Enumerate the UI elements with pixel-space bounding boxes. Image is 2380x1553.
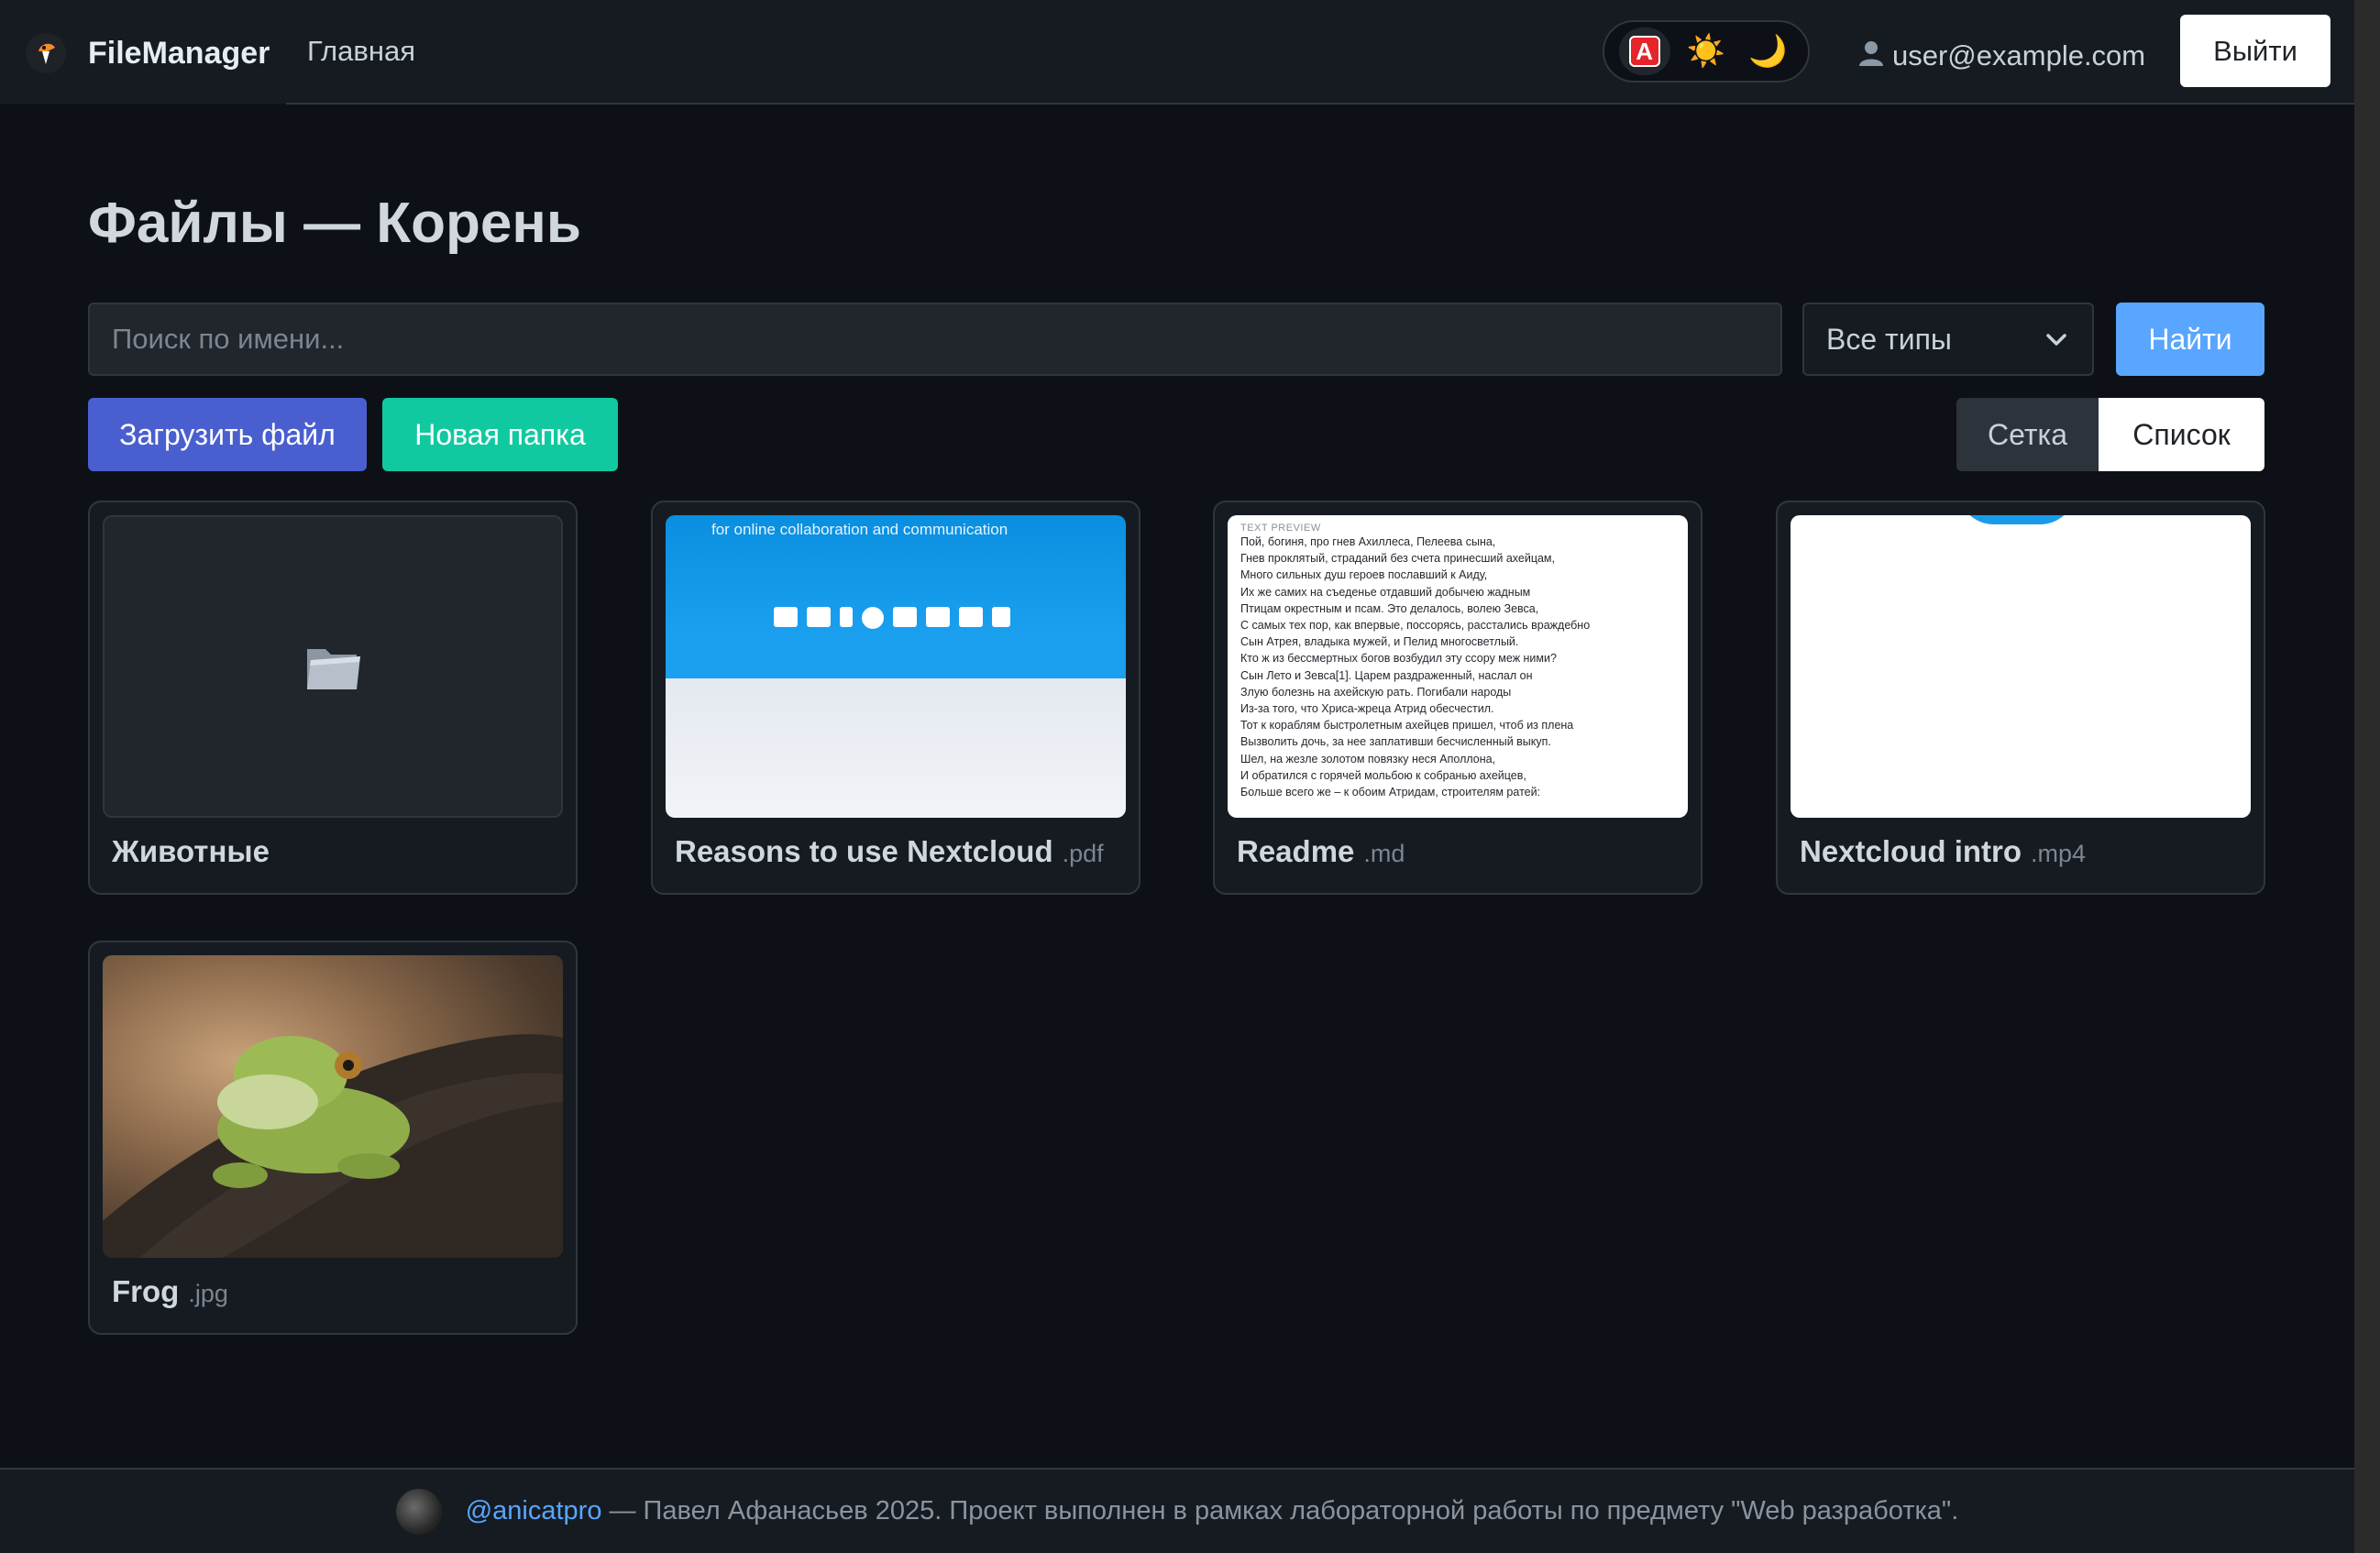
file-card-image[interactable]: Frog .jpg [88, 941, 578, 1335]
mail-icon [959, 607, 983, 627]
user-icon [1857, 39, 1885, 73]
file-card-folder[interactable]: Животные [88, 501, 578, 895]
theme-switcher: A ☀️ 🌙 [1603, 20, 1810, 83]
text-thumbnail: TEXT PREVIEW Пой, богиня, про гнев Ахилл… [1228, 515, 1688, 818]
text-preview-line: Злую болезнь на ахейскую рать. Погибали … [1240, 685, 1512, 699]
new-folder-button[interactable]: Новая папка [382, 398, 618, 471]
folder-icon [774, 607, 798, 627]
navbar-divider [286, 103, 2354, 105]
text-preview-line: Кто ж из бессмертных богов возбудил эту … [1240, 652, 1557, 666]
frog-photo [103, 1034, 563, 1258]
text-preview-line: Шел, на жезле золотом повязку неся Аполл… [1240, 752, 1496, 765]
text-preview-label: TEXT PREVIEW [1240, 523, 1321, 534]
page-scrollbar[interactable] [2354, 0, 2380, 1553]
footer-text: — Павел Афанасьев 2025. Проект выполнен … [609, 1496, 1959, 1525]
file-extension: .jpg [188, 1280, 228, 1307]
text-preview-line: И обратился с горячей мольбою к собранью… [1240, 768, 1526, 782]
calendar-icon [926, 607, 950, 627]
brand-name: FileManager [88, 35, 270, 71]
pdf-preview-icons [774, 607, 1010, 629]
grid-view-button[interactable]: Сетка [1956, 398, 2099, 471]
type-filter-value: Все типы [1826, 322, 1952, 356]
file-name: Животные [112, 834, 270, 868]
text-preview-line: Много сильных душ героев пославший к Аид… [1240, 568, 1488, 582]
text-preview-line: Вызволить дочь, за нее заплативши бесчис… [1240, 735, 1551, 749]
chevron-down-icon [2046, 334, 2066, 346]
file-name: Reasons to use Nextcloud .pdf [675, 834, 1104, 868]
nav-link-home[interactable]: Главная [307, 35, 415, 68]
avatar [395, 1488, 442, 1535]
search-icon [862, 607, 884, 629]
video-preview-shape [1957, 515, 2077, 524]
list-view-button[interactable]: Список [2099, 398, 2264, 471]
toucan-logo-icon [26, 33, 66, 73]
author-link[interactable]: @anicatpro [466, 1496, 602, 1526]
sun-icon: ☀️ [1686, 34, 1726, 69]
view-toggle: Сетка Список [1956, 398, 2264, 471]
video-thumbnail [1791, 515, 2251, 818]
footer: @anicatpro — Павел Афанасьев 2025. Проек… [0, 1470, 2354, 1553]
file-card-text[interactable]: TEXT PREVIEW Пой, богиня, про гнев Ахилл… [1213, 501, 1702, 895]
logout-button[interactable]: Выйти [2180, 15, 2330, 87]
text-preview-line: С самых тех пор, как впервые, поссорясь,… [1240, 619, 1591, 633]
text-preview-line: Из-за того, что Хриса-жреца Атрид обесче… [1240, 702, 1494, 716]
bolt-icon [840, 607, 853, 627]
file-extension: .pdf [1062, 840, 1104, 867]
user-info: user@example.com [1857, 39, 2145, 73]
file-extension: .md [1363, 840, 1405, 867]
moon-icon: 🌙 [1748, 34, 1788, 69]
document-icon [992, 607, 1010, 627]
file-name: Nextcloud intro .mp4 [1800, 834, 2087, 868]
navbar: FileManager Главная A ☀️ 🌙 user@example.… [0, 0, 2354, 104]
text-preview-line: Сын Лето и Зевса[1]. Царем раздраженный,… [1240, 668, 1533, 682]
text-preview-line: Гнев проклятый, страданий без счета прин… [1240, 552, 1555, 566]
text-preview-line: Сын Атрея, владыка мужей, и Пелид многос… [1240, 635, 1519, 649]
file-name: Readme .md [1237, 834, 1405, 868]
theme-dark-button[interactable]: 🌙 [1742, 28, 1793, 75]
file-card-video[interactable]: Nextcloud intro .mp4 [1776, 501, 2265, 895]
text-preview-line: Пой, богиня, про гнев Ахиллеса, Пелеева … [1240, 535, 1496, 548]
search-input[interactable] [88, 303, 1782, 376]
file-extension: .mp4 [2031, 840, 2087, 867]
auto-theme-icon: A [1628, 36, 1660, 67]
text-preview-line: Тот к кораблям быстролетным ахейцев приш… [1240, 719, 1574, 732]
text-preview-line: Их же самих на съеденье отдавший добычею… [1240, 585, 1531, 599]
search-button[interactable]: Найти [2116, 303, 2264, 376]
file-name: Frog .jpg [112, 1274, 228, 1308]
pdf-preview-caption: for online collaboration and communicati… [711, 521, 1008, 538]
image-icon [807, 607, 831, 627]
theme-light-button[interactable]: ☀️ [1680, 28, 1732, 75]
image-thumbnail [103, 955, 563, 1258]
folder-thumbnail [103, 515, 563, 818]
upload-file-button[interactable]: Загрузить файл [88, 398, 367, 471]
type-filter-select[interactable]: Все типы [1802, 303, 2094, 376]
text-preview-line: Больше всего же – к обоим Атридам, строи… [1240, 786, 1541, 799]
text-preview-line: Птицам окрестным и псам. Это делалось, в… [1240, 601, 1539, 615]
folder-icon [307, 649, 360, 689]
contacts-icon [893, 607, 917, 627]
file-card-pdf[interactable]: for online collaboration and communicati… [651, 501, 1140, 895]
page-title: Файлы — Корень [88, 192, 581, 255]
theme-auto-button[interactable]: A [1618, 28, 1670, 75]
user-email: user@example.com [1892, 39, 2146, 72]
pdf-thumbnail: for online collaboration and communicati… [666, 515, 1126, 818]
brand-link[interactable]: FileManager [26, 31, 270, 75]
